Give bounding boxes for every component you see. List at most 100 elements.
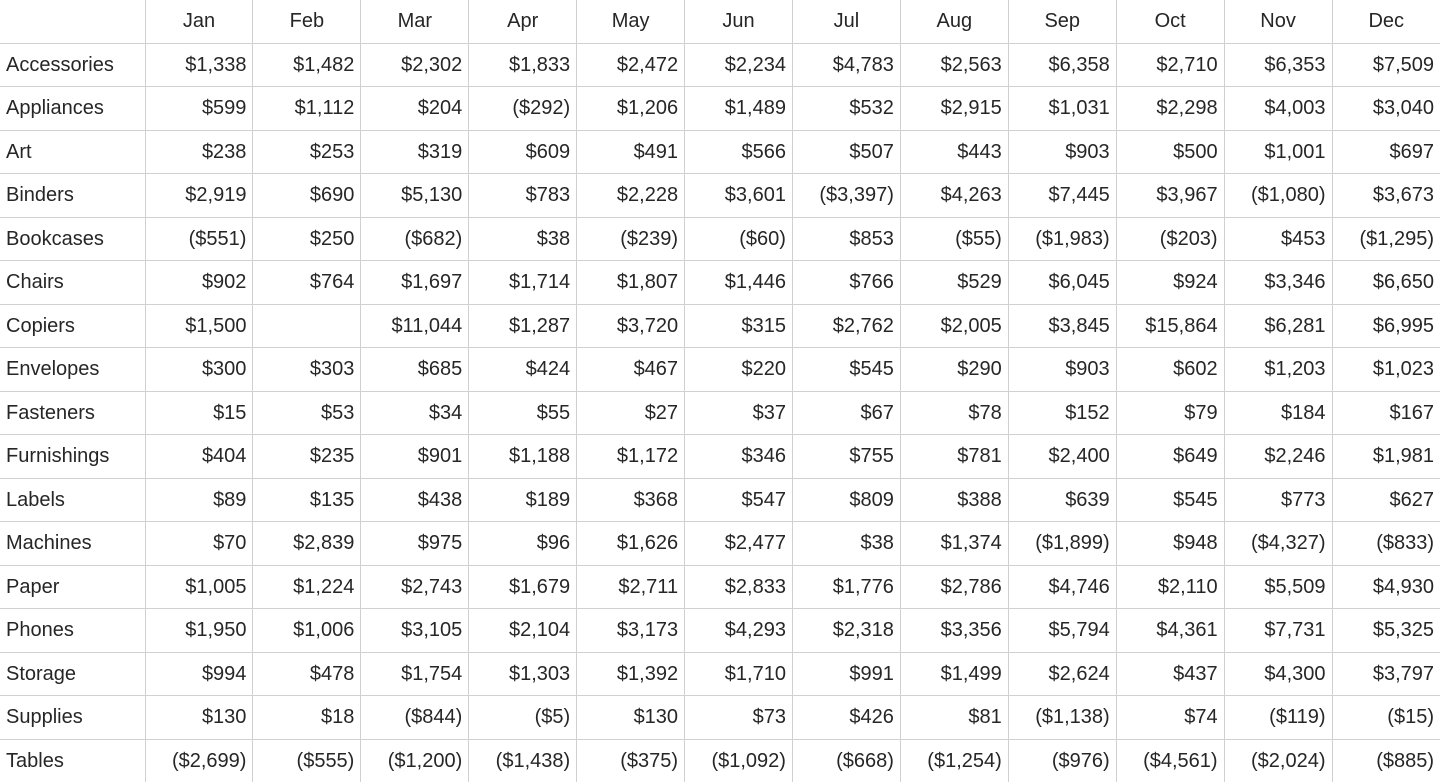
- cell-phones-jun[interactable]: $4,293: [684, 608, 793, 653]
- cell-accessories-nov[interactable]: $6,353: [1224, 43, 1333, 87]
- cell-art-jan[interactable]: $238: [145, 130, 254, 174]
- row-label-machines[interactable]: Machines: [0, 521, 146, 566]
- cell-accessories-apr[interactable]: $1,833: [468, 43, 578, 87]
- cell-tables-nov[interactable]: ($2,024): [1224, 739, 1333, 782]
- cell-paper-mar[interactable]: $2,743: [360, 565, 470, 609]
- cell-phones-nov[interactable]: $7,731: [1224, 608, 1333, 653]
- cell-chairs-oct[interactable]: $924: [1116, 260, 1225, 305]
- cell-art-aug[interactable]: $443: [900, 130, 1009, 174]
- cell-fasteners-jul[interactable]: $67: [792, 391, 901, 435]
- cell-labels-apr[interactable]: $189: [468, 478, 578, 522]
- cell-tables-dec[interactable]: ($885): [1332, 739, 1440, 782]
- cell-phones-apr[interactable]: $2,104: [468, 608, 578, 653]
- cell-furnishings-sep[interactable]: $2,400: [1008, 434, 1117, 479]
- cell-supplies-sep[interactable]: ($1,138): [1008, 695, 1117, 740]
- cell-chairs-jul[interactable]: $766: [792, 260, 901, 305]
- cell-chairs-jan[interactable]: $902: [145, 260, 254, 305]
- cell-bookcases-apr[interactable]: $38: [468, 217, 578, 261]
- cell-labels-dec[interactable]: $627: [1332, 478, 1440, 522]
- cell-furnishings-nov[interactable]: $2,246: [1224, 434, 1333, 479]
- cell-labels-oct[interactable]: $545: [1116, 478, 1225, 522]
- row-label-tables[interactable]: Tables: [0, 739, 146, 782]
- cell-copiers-aug[interactable]: $2,005: [900, 304, 1009, 348]
- cell-art-dec[interactable]: $697: [1332, 130, 1440, 174]
- cell-supplies-nov[interactable]: ($119): [1224, 695, 1333, 740]
- cell-chairs-may[interactable]: $1,807: [576, 260, 686, 305]
- row-label-chairs[interactable]: Chairs: [0, 260, 146, 305]
- cell-storage-mar[interactable]: $1,754: [360, 652, 470, 696]
- cell-machines-may[interactable]: $1,626: [576, 521, 686, 566]
- cell-tables-oct[interactable]: ($4,561): [1116, 739, 1225, 782]
- cell-tables-apr[interactable]: ($1,438): [468, 739, 578, 782]
- cell-supplies-jan[interactable]: $130: [145, 695, 254, 740]
- cell-fasteners-oct[interactable]: $79: [1116, 391, 1225, 435]
- cell-labels-feb[interactable]: $135: [252, 478, 362, 522]
- cell-furnishings-dec[interactable]: $1,981: [1332, 434, 1440, 479]
- cell-storage-sep[interactable]: $2,624: [1008, 652, 1117, 696]
- cell-fasteners-aug[interactable]: $78: [900, 391, 1009, 435]
- row-label-labels[interactable]: Labels: [0, 478, 146, 522]
- cell-art-jun[interactable]: $566: [684, 130, 793, 174]
- cell-fasteners-apr[interactable]: $55: [468, 391, 578, 435]
- cell-envelopes-jul[interactable]: $545: [792, 347, 901, 392]
- row-label-supplies[interactable]: Supplies: [0, 695, 146, 740]
- cell-bookcases-sep[interactable]: ($1,983): [1008, 217, 1117, 261]
- cell-furnishings-aug[interactable]: $781: [900, 434, 1009, 479]
- cell-art-mar[interactable]: $319: [360, 130, 470, 174]
- cell-copiers-jan[interactable]: $1,500: [145, 304, 254, 348]
- cell-machines-apr[interactable]: $96: [468, 521, 578, 566]
- cell-binders-aug[interactable]: $4,263: [900, 173, 1009, 218]
- cell-envelopes-jun[interactable]: $220: [684, 347, 793, 392]
- cell-storage-dec[interactable]: $3,797: [1332, 652, 1440, 696]
- cell-phones-aug[interactable]: $3,356: [900, 608, 1009, 653]
- cell-furnishings-apr[interactable]: $1,188: [468, 434, 578, 479]
- cell-storage-jan[interactable]: $994: [145, 652, 254, 696]
- cell-envelopes-nov[interactable]: $1,203: [1224, 347, 1333, 392]
- cell-phones-dec[interactable]: $5,325: [1332, 608, 1440, 653]
- cell-tables-jun[interactable]: ($1,092): [684, 739, 793, 782]
- cell-bookcases-oct[interactable]: ($203): [1116, 217, 1225, 261]
- cell-envelopes-may[interactable]: $467: [576, 347, 686, 392]
- cell-binders-oct[interactable]: $3,967: [1116, 173, 1225, 218]
- column-header-nov[interactable]: Nov: [1224, 0, 1333, 44]
- cell-supplies-feb[interactable]: $18: [252, 695, 362, 740]
- cell-appliances-nov[interactable]: $4,003: [1224, 86, 1333, 131]
- cell-paper-sep[interactable]: $4,746: [1008, 565, 1117, 609]
- cell-machines-mar[interactable]: $975: [360, 521, 470, 566]
- cell-accessories-dec[interactable]: $7,509: [1332, 43, 1440, 87]
- cell-storage-feb[interactable]: $478: [252, 652, 362, 696]
- cell-bookcases-jun[interactable]: ($60): [684, 217, 793, 261]
- cell-storage-may[interactable]: $1,392: [576, 652, 686, 696]
- cell-copiers-mar[interactable]: $11,044: [360, 304, 470, 348]
- row-label-copiers[interactable]: Copiers: [0, 304, 146, 348]
- cell-envelopes-mar[interactable]: $685: [360, 347, 470, 392]
- cell-machines-jul[interactable]: $38: [792, 521, 901, 566]
- column-header-jun[interactable]: Jun: [684, 0, 793, 44]
- cell-paper-jan[interactable]: $1,005: [145, 565, 254, 609]
- cell-accessories-jun[interactable]: $2,234: [684, 43, 793, 87]
- cell-chairs-sep[interactable]: $6,045: [1008, 260, 1117, 305]
- column-header-apr[interactable]: Apr: [468, 0, 578, 44]
- cell-appliances-dec[interactable]: $3,040: [1332, 86, 1440, 131]
- cell-paper-feb[interactable]: $1,224: [252, 565, 362, 609]
- cell-accessories-sep[interactable]: $6,358: [1008, 43, 1117, 87]
- cell-copiers-nov[interactable]: $6,281: [1224, 304, 1333, 348]
- cell-labels-jun[interactable]: $547: [684, 478, 793, 522]
- cell-supplies-oct[interactable]: $74: [1116, 695, 1225, 740]
- cell-art-apr[interactable]: $609: [468, 130, 578, 174]
- cell-labels-aug[interactable]: $388: [900, 478, 1009, 522]
- row-label-storage[interactable]: Storage: [0, 652, 146, 696]
- cell-fasteners-dec[interactable]: $167: [1332, 391, 1440, 435]
- cell-appliances-sep[interactable]: $1,031: [1008, 86, 1117, 131]
- cell-copiers-dec[interactable]: $6,995: [1332, 304, 1440, 348]
- cell-labels-mar[interactable]: $438: [360, 478, 470, 522]
- cell-labels-jul[interactable]: $809: [792, 478, 901, 522]
- row-label-phones[interactable]: Phones: [0, 608, 146, 653]
- cell-furnishings-mar[interactable]: $901: [360, 434, 470, 479]
- cell-envelopes-aug[interactable]: $290: [900, 347, 1009, 392]
- cell-furnishings-oct[interactable]: $649: [1116, 434, 1225, 479]
- cell-chairs-dec[interactable]: $6,650: [1332, 260, 1440, 305]
- cell-appliances-aug[interactable]: $2,915: [900, 86, 1009, 131]
- cell-machines-feb[interactable]: $2,839: [252, 521, 362, 566]
- cell-envelopes-apr[interactable]: $424: [468, 347, 578, 392]
